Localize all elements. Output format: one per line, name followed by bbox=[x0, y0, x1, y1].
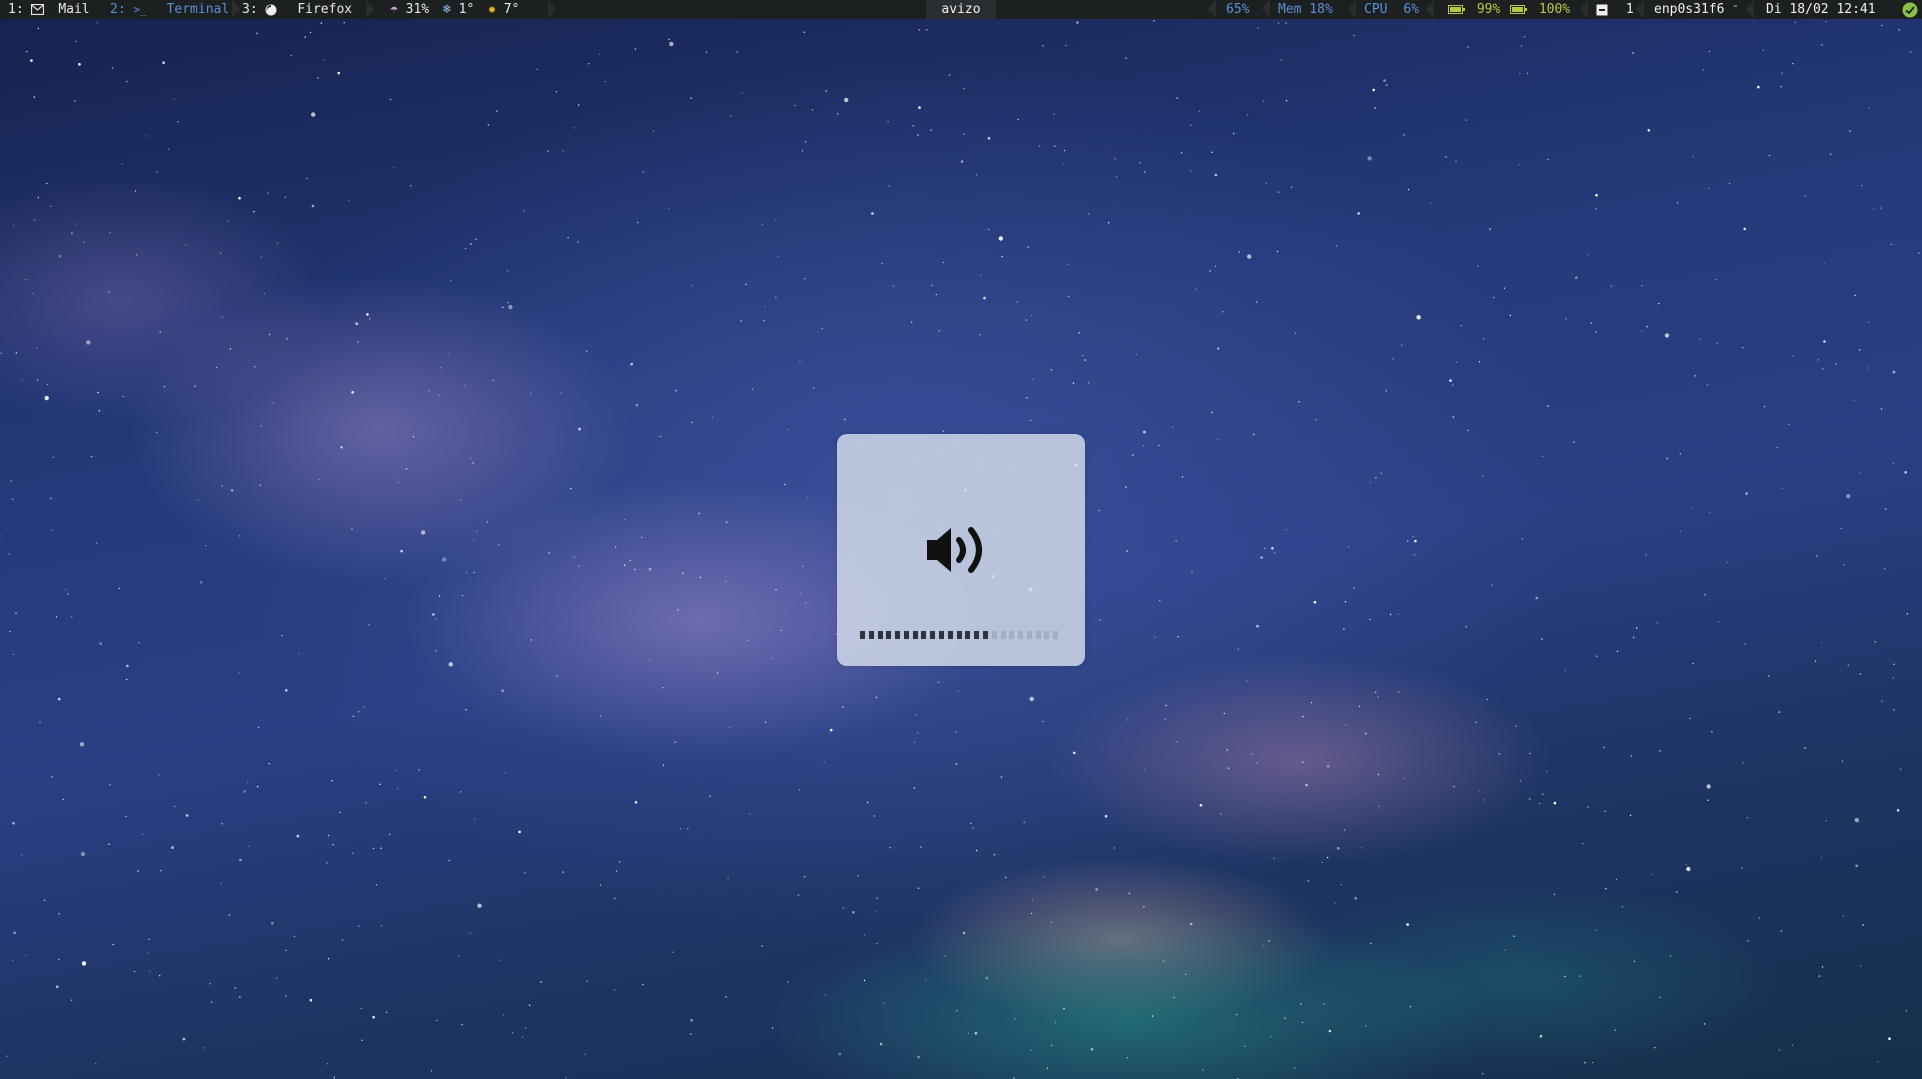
top-status-bar: 1: Mail 2: >_ Terminal 3: Firefox ☂ 31% … bbox=[0, 0, 1922, 19]
volume-value: 65% bbox=[1226, 2, 1250, 17]
volume-segment-filled bbox=[886, 631, 892, 639]
desktop-wallpaper: 1: Mail 2: >_ Terminal 3: Firefox ☂ 31% … bbox=[0, 0, 1922, 1079]
battery-2-status: 100% bbox=[1510, 0, 1570, 19]
battery-1-value: 99% bbox=[1476, 2, 1501, 17]
workspace-3-number: 3: bbox=[242, 2, 258, 17]
cpu-value: 6% bbox=[1403, 2, 1419, 17]
workspace-3-button[interactable]: 3: Firefox bbox=[242, 0, 352, 19]
disconnected-icon: ˜ bbox=[1732, 5, 1739, 16]
tray-icon[interactable] bbox=[1902, 0, 1918, 19]
notifications-status[interactable]: 1 bbox=[1596, 0, 1634, 19]
volume-segment-empty bbox=[1026, 631, 1032, 639]
cpu-label: CPU bbox=[1364, 2, 1388, 17]
bar-separator bbox=[1746, 0, 1754, 18]
volume-segment-filled bbox=[947, 631, 953, 639]
network-interface: enp0s31f6 bbox=[1654, 2, 1725, 17]
snowflake-icon: ❄ bbox=[442, 2, 451, 17]
firefox-icon bbox=[265, 2, 285, 17]
volume-segment-filled bbox=[974, 631, 980, 639]
workspace-2-number: 2: bbox=[110, 2, 126, 17]
bar-separator bbox=[1262, 0, 1270, 18]
battery-1-status: 99% bbox=[1448, 0, 1500, 19]
battery-icon bbox=[1448, 2, 1473, 17]
volume-segment-empty bbox=[1053, 631, 1059, 639]
terminal-icon: >_ bbox=[133, 3, 147, 16]
window-title-text: avizo bbox=[941, 2, 981, 17]
bar-separator bbox=[1580, 0, 1588, 18]
battery-icon bbox=[1510, 2, 1535, 17]
volume-segment-filled bbox=[895, 631, 901, 639]
battery-2-value: 100% bbox=[1538, 2, 1571, 17]
clock[interactable]: Di 18/02 12:41 bbox=[1766, 0, 1876, 19]
inbox-icon bbox=[1596, 2, 1616, 17]
clock-text: Di 18/02 12:41 bbox=[1766, 2, 1876, 17]
volume-segment-filled bbox=[956, 631, 962, 639]
workspace-2-label: Terminal bbox=[166, 2, 230, 17]
cpu-status: CPU 6% bbox=[1364, 0, 1419, 19]
volume-segment-filled bbox=[877, 631, 883, 639]
volume-segment-empty bbox=[991, 631, 997, 639]
workspace-1-number: 1: bbox=[8, 2, 24, 17]
bar-separator bbox=[1208, 0, 1216, 18]
volume-segment-filled bbox=[982, 631, 988, 639]
bar-separator bbox=[232, 0, 240, 18]
rain-chance: 31% bbox=[405, 2, 430, 17]
focused-window-title: avizo bbox=[926, 0, 996, 19]
volume-segment-filled bbox=[912, 631, 918, 639]
bar-separator bbox=[548, 0, 556, 18]
notifications-count: 1 bbox=[1625, 2, 1634, 17]
bar-separator bbox=[1426, 0, 1434, 18]
bar-separator bbox=[366, 0, 374, 18]
workspace-1-button[interactable]: 1: Mail bbox=[8, 0, 90, 19]
volume-segment-empty bbox=[1018, 631, 1024, 639]
volume-segment-empty bbox=[1044, 631, 1050, 639]
memory-status: Mem 18% bbox=[1278, 0, 1333, 19]
volume-segment-filled bbox=[965, 631, 971, 639]
memory-value: Mem 18% bbox=[1278, 2, 1333, 17]
weather-widget: ☂ 31% ❄ 1° ✹ 7° bbox=[390, 0, 519, 19]
volume-segment-empty bbox=[1000, 631, 1006, 639]
volume-segment-filled bbox=[868, 631, 874, 639]
volume-segment-filled bbox=[939, 631, 945, 639]
sun-icon: ✹ bbox=[488, 2, 496, 17]
volume-segment-empty bbox=[1009, 631, 1015, 639]
volume-segment-filled bbox=[860, 631, 865, 639]
bar-separator bbox=[1348, 0, 1356, 18]
mail-icon bbox=[31, 2, 52, 17]
network-status[interactable]: enp0s31f6 ˜ bbox=[1654, 0, 1738, 19]
workspace-3-label: Firefox bbox=[297, 2, 353, 17]
volume-osd-popup bbox=[837, 434, 1085, 666]
volume-segment-filled bbox=[903, 631, 909, 639]
speaker-volume-icon bbox=[927, 527, 982, 573]
volume-segment-filled bbox=[921, 631, 927, 639]
workspace-2-button[interactable]: 2: >_ Terminal bbox=[110, 0, 229, 19]
workspace-1-label: Mail bbox=[58, 2, 90, 17]
volume-segment-filled bbox=[930, 631, 936, 639]
volume-segment-empty bbox=[1035, 631, 1041, 639]
bar-separator bbox=[1636, 0, 1644, 18]
umbrella-icon: ☂ bbox=[390, 2, 398, 17]
volume-level-bar bbox=[860, 631, 1062, 640]
high-temperature: 7° bbox=[503, 2, 520, 17]
low-temperature: 1° bbox=[458, 2, 475, 17]
volume-status[interactable]: 65% bbox=[1226, 0, 1249, 19]
